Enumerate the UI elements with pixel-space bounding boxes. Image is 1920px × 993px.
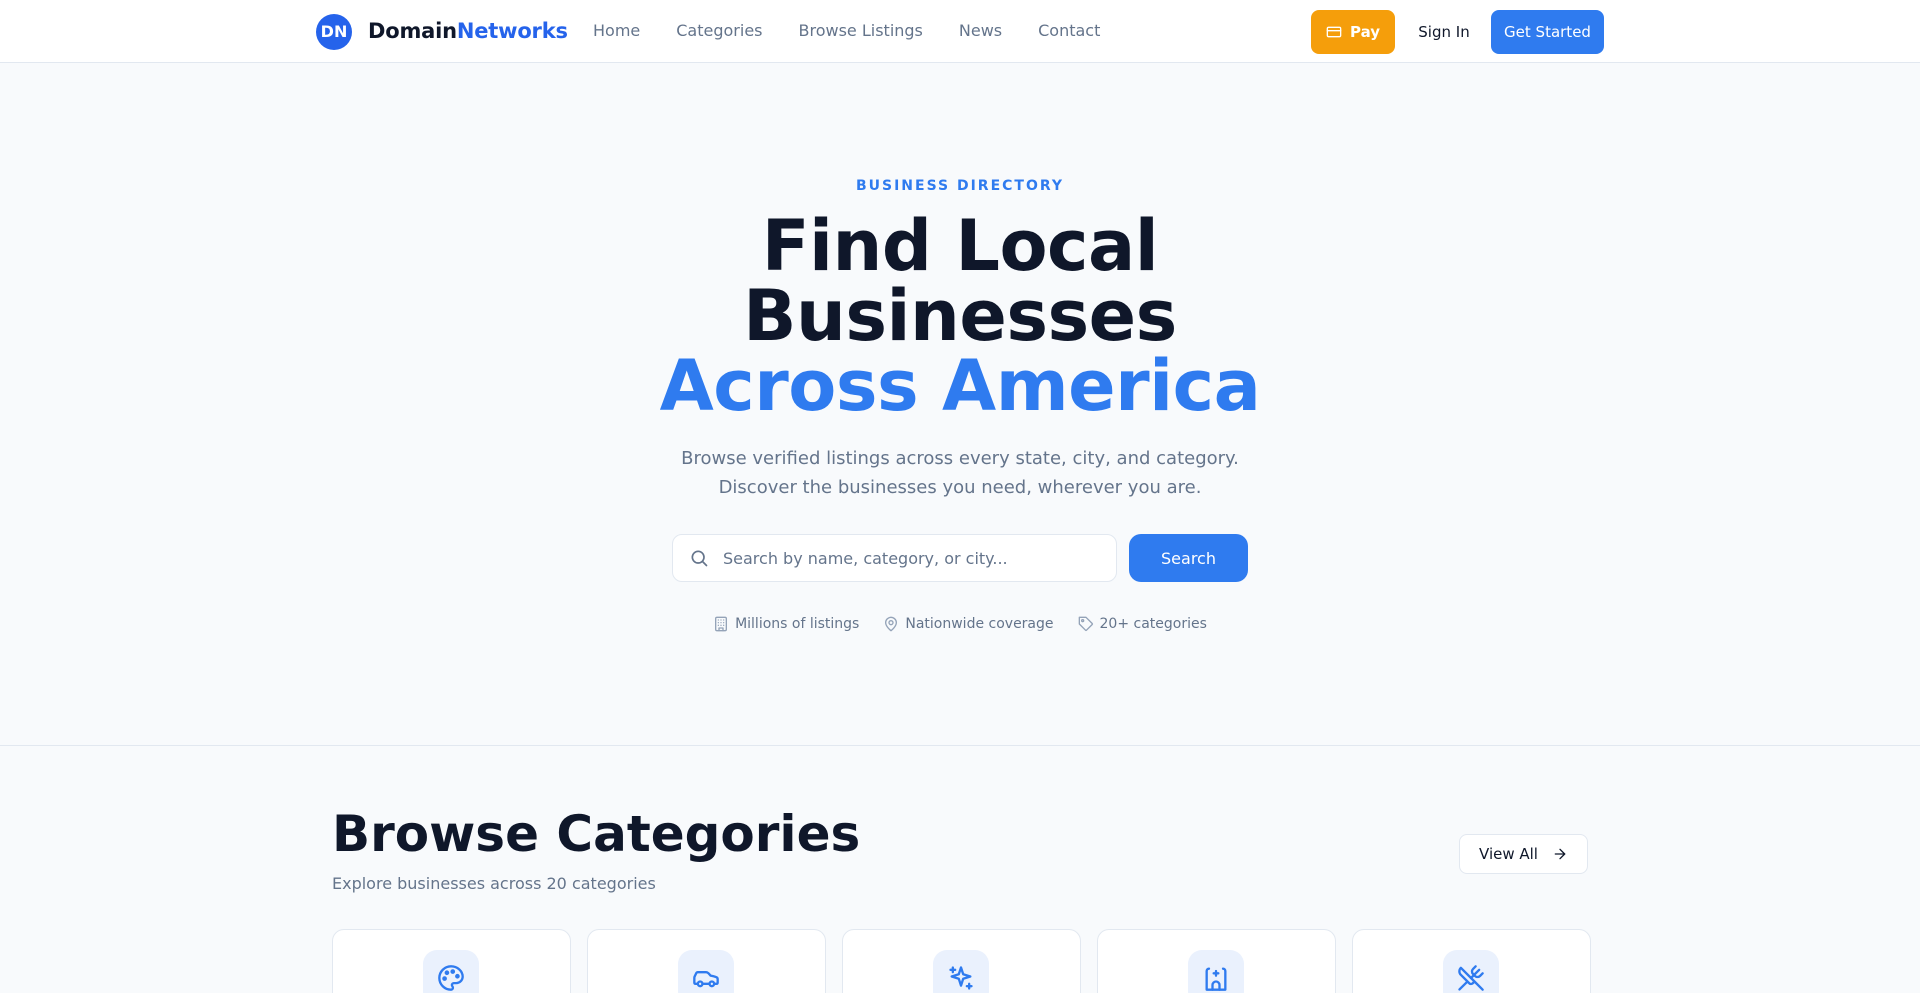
hero-subtitle-line2: Discover the businesses you need, wherev… (718, 477, 1202, 498)
category-card[interactable] (1352, 929, 1591, 993)
car-icon (693, 971, 719, 988)
hero-subtitle: Browse verified listings across every st… (0, 444, 1920, 502)
search-icon (689, 548, 709, 568)
site-header: DN DomainNetworks Home Categories Browse… (0, 0, 1920, 63)
building-icon (715, 616, 728, 632)
palette-icon (438, 965, 464, 991)
hero-title-line1: Find Local (761, 205, 1159, 287)
get-started-button[interactable]: Get Started (1491, 10, 1604, 54)
arrow-right-icon (1554, 848, 1566, 860)
category-icon-wrap (1443, 950, 1499, 993)
pay-button[interactable]: Pay (1311, 10, 1395, 54)
hero-title-line2: Businesses (743, 275, 1177, 357)
hero-section: BUSINESS DIRECTORY Find Local Businesses… (0, 63, 1920, 746)
view-all-label: View All (1479, 845, 1538, 863)
hero-eyebrow: BUSINESS DIRECTORY (855, 178, 1065, 194)
category-icon-wrap (423, 950, 479, 993)
credit-card-icon (1326, 26, 1342, 38)
sign-in-button[interactable]: Sign In (1404, 10, 1484, 54)
tag-icon (1078, 616, 1093, 632)
category-card[interactable] (332, 929, 571, 993)
feature-listings: Millions of listings (713, 616, 859, 632)
hero-subtitle-line1: Browse verified listings across every st… (681, 448, 1239, 469)
nav-news[interactable]: News (959, 21, 1002, 40)
nav-browse-listings[interactable]: Browse Listings (799, 21, 923, 40)
main-nav: Home Categories Browse Listings News Con… (593, 21, 1136, 40)
search-box[interactable] (672, 534, 1117, 582)
hero-title: Find Local Businesses Across America (0, 211, 1920, 421)
category-card[interactable] (1097, 929, 1336, 993)
feature-label: Nationwide coverage (905, 616, 1054, 632)
view-all-button[interactable]: View All (1459, 834, 1588, 874)
category-icon-wrap (933, 950, 989, 993)
category-card[interactable] (842, 929, 1081, 993)
map-pin-icon (885, 616, 898, 632)
categories-subtitle: Explore businesses across 20 categories (332, 874, 656, 893)
logo-name-part2: Networks (456, 19, 568, 43)
nav-categories[interactable]: Categories (676, 21, 762, 40)
category-cards (332, 929, 1591, 993)
categories-title: Browse Categories (332, 805, 861, 863)
feature-coverage: Nationwide coverage (883, 616, 1054, 632)
hospital-icon (1205, 967, 1227, 991)
search-button[interactable]: Search (1129, 534, 1248, 582)
sparkles-icon (949, 966, 973, 990)
feature-label: 20+ categories (1099, 616, 1207, 632)
logo-text[interactable]: DomainNetworks (368, 19, 568, 43)
category-card[interactable] (587, 929, 826, 993)
pay-label: Pay (1349, 23, 1381, 41)
category-icon-wrap (678, 950, 734, 993)
feature-categories: 20+ categories (1078, 616, 1207, 632)
category-icon-wrap (1188, 950, 1244, 993)
logo-badge[interactable]: DN (316, 14, 352, 50)
feature-label: Millions of listings (735, 616, 860, 632)
nav-contact[interactable]: Contact (1038, 21, 1100, 40)
nav-home[interactable]: Home (593, 21, 640, 40)
utensils-crossed-icon (1458, 965, 1484, 991)
logo-name-part1: Domain (368, 19, 457, 43)
search-input[interactable] (723, 548, 1103, 568)
hero-features: Millions of listings Nationwide coverage… (0, 616, 1920, 632)
hero-title-line3: Across America (659, 345, 1261, 427)
